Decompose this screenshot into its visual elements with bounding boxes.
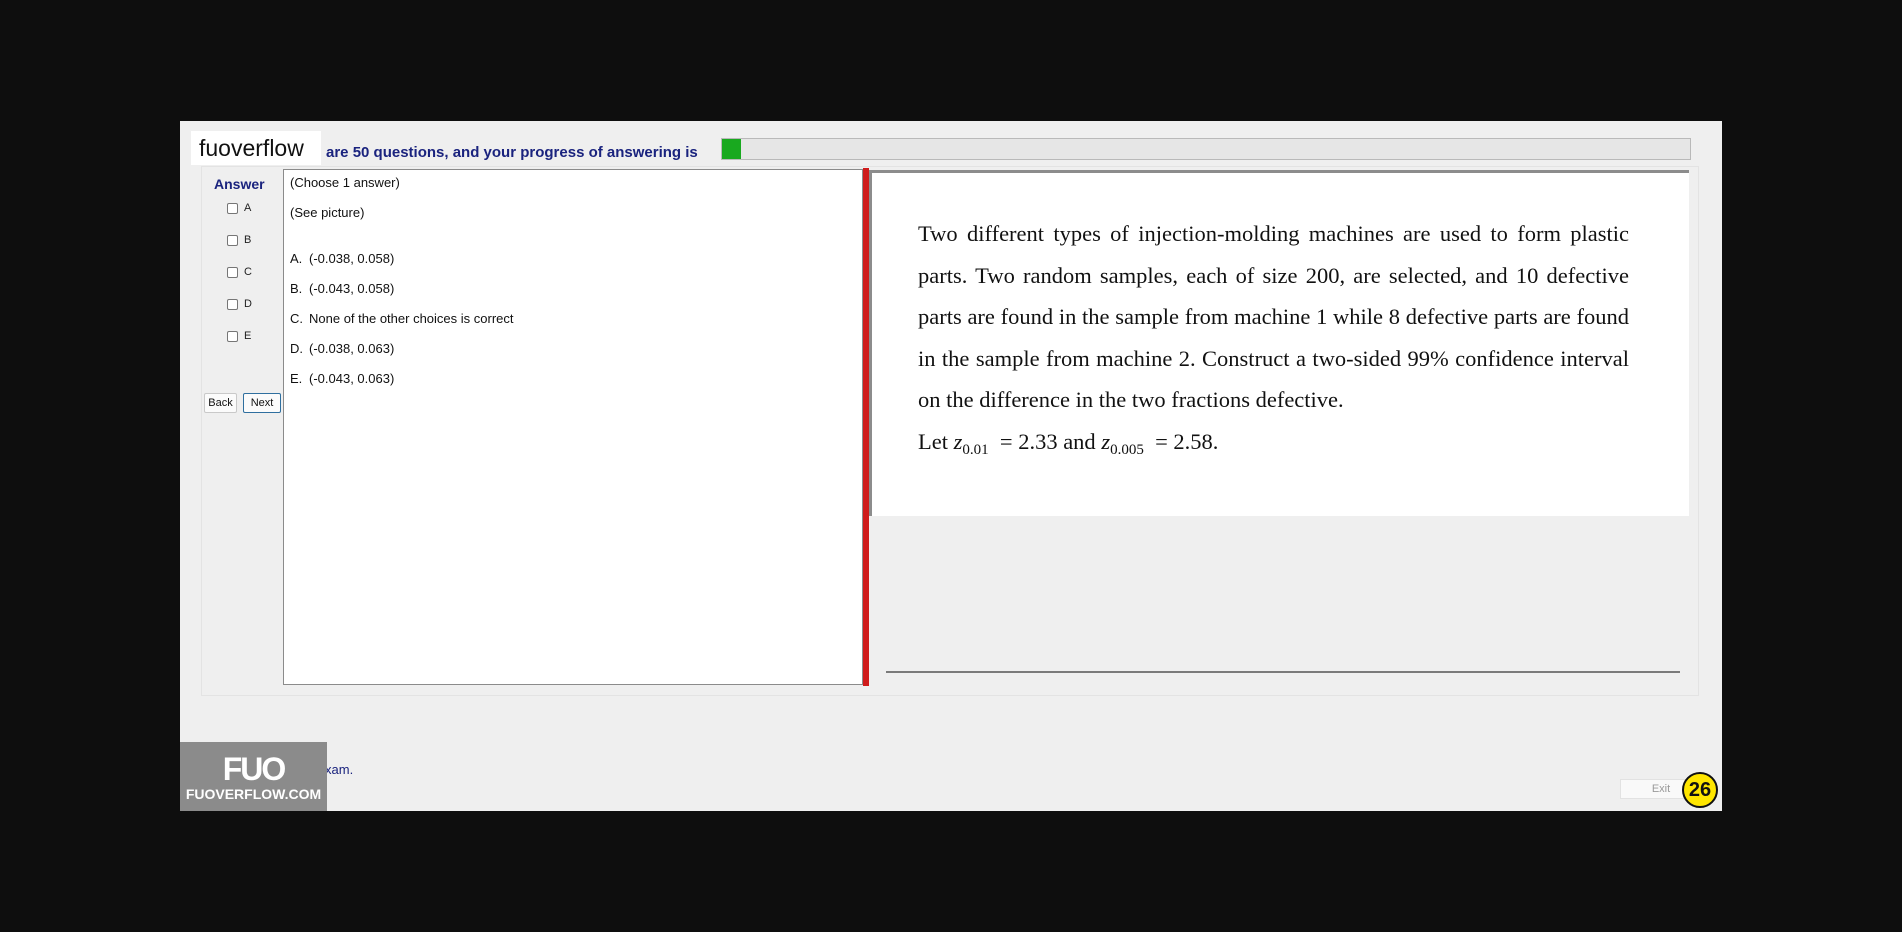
z-values-line: Let z0.01 = 2.33 and z0.005 = 2.58. — [918, 421, 1629, 472]
question-panel: (Choose 1 answer) (See picture) A. (-0.03… — [283, 169, 863, 685]
answer-option-b[interactable]: B — [227, 232, 251, 248]
picture-divider-line — [886, 671, 1680, 673]
choice-text: (-0.043, 0.063) — [309, 371, 395, 386]
progress-bar — [721, 138, 1691, 160]
choice-letter: A. — [290, 251, 303, 266]
choice-letter: B. — [290, 281, 303, 296]
choice-text: (-0.038, 0.058) — [309, 251, 395, 266]
z-subscript: 0.01 — [962, 441, 989, 458]
question-number-badge: 26 — [1682, 772, 1718, 808]
checkbox[interactable] — [227, 234, 238, 246]
choice-text: (-0.038, 0.063) — [309, 341, 395, 356]
answer-option-e[interactable]: E — [227, 328, 251, 344]
problem-paragraph: Two different types of injection-molding… — [918, 221, 1629, 412]
answer-option-label: E — [244, 330, 252, 342]
progress-bar-fill — [722, 139, 742, 159]
problem-text: Two different types of injection-molding… — [918, 213, 1629, 471]
z-value: = 2.58. — [1155, 428, 1219, 454]
answer-option-label: A — [244, 202, 252, 214]
choice-letter: D. — [290, 341, 303, 356]
next-button[interactable]: Next — [243, 393, 281, 413]
answer-option-c[interactable]: C — [227, 264, 252, 280]
checkbox[interactable] — [227, 202, 238, 214]
choice-a: A. (-0.038, 0.058) — [290, 251, 394, 266]
see-picture-note: (See picture) — [290, 205, 365, 220]
brand-watermark: fuoverflow — [191, 131, 321, 165]
z-symbol: z — [1101, 428, 1111, 454]
choice-b: B. (-0.043, 0.058) — [290, 281, 394, 296]
fuo-logo-site: FUOVERFLOW.COM — [185, 785, 322, 802]
checkbox[interactable] — [227, 266, 238, 278]
answer-option-d[interactable]: D — [227, 296, 252, 312]
answer-title: Answer — [214, 176, 265, 192]
choice-letter: C. — [290, 311, 303, 326]
question-picture: Two different types of injection-molding… — [869, 170, 1689, 516]
checkbox[interactable] — [227, 330, 238, 342]
fuo-logo-mark: FUO — [222, 750, 287, 787]
fuo-logo: FUO FUOVERFLOW.COM — [180, 742, 327, 811]
checkbox[interactable] — [227, 298, 238, 310]
choice-c: C. None of the other choices is correct — [290, 311, 514, 326]
choice-d: D. (-0.038, 0.063) — [290, 341, 394, 356]
progress-label: are 50 questions, and your progress of a… — [326, 144, 698, 161]
answer-option-label: B — [244, 234, 252, 246]
choice-text: (-0.043, 0.058) — [309, 281, 395, 296]
back-button[interactable]: Back — [204, 393, 237, 413]
choice-letter: E. — [290, 371, 303, 386]
let-label: Let — [918, 428, 948, 454]
answer-option-label: C — [244, 266, 252, 278]
choice-e: E. (-0.043, 0.063) — [290, 371, 394, 386]
z-subscript: 0.005 — [1110, 441, 1144, 458]
choice-text: None of the other choices is correct — [309, 311, 514, 326]
exam-window: are 50 questions, and your progress of a… — [180, 121, 1722, 811]
z-value: = 2.33 and — [999, 428, 1096, 454]
answer-option-a[interactable]: A — [227, 200, 251, 216]
question-instruction: (Choose 1 answer) — [290, 175, 400, 190]
answer-option-label: D — [244, 298, 252, 310]
